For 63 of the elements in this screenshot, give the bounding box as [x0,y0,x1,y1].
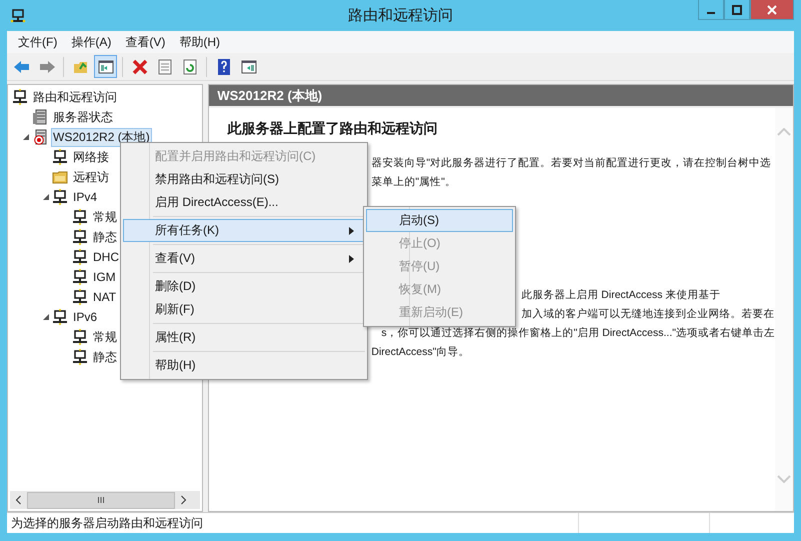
server-error-icon [32,129,48,145]
paragraph-line: 此服务器上启用 DirectAccess 来使用基于 [521,288,720,303]
folder-icon [52,169,68,185]
paragraph-line: 器安装向导"对此服务器进行了配置。若要对当前配置进行更改，请在控制台树中选 [371,156,772,171]
maximize-icon [732,4,742,14]
tree-item[interactable]: NAT [91,289,118,305]
network-icon [72,229,88,245]
context-menu-item[interactable]: 帮助(H) [123,354,365,377]
horizontal-scrollbar[interactable] [10,491,200,509]
expand-arrow-icon[interactable] [42,193,50,201]
context-menu-item[interactable]: 属性(R) [123,326,365,349]
content-heading: 此服务器上配置了路由和远程访问 [227,120,438,138]
paragraph-line: 菜单上的"属性"。 [371,175,456,190]
network-icon [72,289,88,305]
submenu-item[interactable]: 启动(S) [366,209,513,232]
tree-item[interactable]: 路由和远程访问 [31,88,119,106]
context-menu-item[interactable]: 禁用路由和远程访问(S) [123,168,365,191]
menu-item[interactable]: 文件(F) [11,34,64,50]
scrollbar-thumb[interactable] [27,492,175,508]
network-icon [52,149,68,165]
network-icon [52,189,68,205]
menu-item[interactable]: 操作(A) [64,34,118,50]
context-menu-item[interactable]: 刷新(F) [123,298,365,321]
tree-item[interactable]: IPv4 [71,189,100,205]
maximize-button[interactable] [724,0,750,20]
paragraph-line: 加入域的客户端可以无缝地连接到企业网络。若要在 [521,307,774,322]
minimize-button[interactable] [698,0,724,20]
context-menu-item[interactable]: 所有任务(K) [123,219,365,242]
minimize-icon [707,12,715,14]
status-text: 为选择的服务器启动路由和远程访问 [10,514,204,532]
window-title: 路由和远程访问 [348,6,453,25]
close-button[interactable] [750,0,794,20]
tree-item[interactable]: 远程访 [71,168,111,186]
tree-item[interactable]: 静态 [91,228,119,246]
network-icon [52,309,68,325]
tree-item[interactable]: IGM [91,269,118,285]
context-menu-item[interactable]: 查看(V) [123,247,365,270]
paragraph-line: DirectAccess"向导。 [371,345,470,360]
network-icon [72,349,88,365]
network-icon [12,89,28,105]
menu-item[interactable]: 帮助(H) [172,34,227,50]
paragraph-line: s，你可以通过选择右侧的操作窗格上的"启用 DirectAccess..."选项或者右键单击左 [381,326,775,341]
context-menu-item[interactable]: 删除(D) [123,275,365,298]
pane-icon[interactable] [94,55,117,78]
tree-item[interactable]: DHC [91,249,121,265]
expand-arrow-icon[interactable] [22,133,30,141]
network-icon [72,249,88,265]
close-icon [767,4,777,14]
tree-item[interactable]: 服务器状态 [51,108,115,126]
tree-item[interactable]: 常规 [91,328,119,346]
tree-item[interactable]: 网络接 [71,148,111,166]
tree-item[interactable]: 常规 [91,208,119,226]
tree-item[interactable]: IPv6 [71,309,100,325]
network-icon [72,329,88,345]
expand-arrow-icon[interactable] [42,313,50,321]
network-icon [72,209,88,225]
pane-header: WS2012R2 (本地) [209,85,793,108]
context-menu-item[interactable]: 启用 DirectAccess(E)... [123,191,365,214]
network-icon [72,269,88,285]
server-icon [32,109,48,125]
menu-item[interactable]: 查看(V) [118,34,172,50]
tree-item[interactable]: 静态 [91,348,119,366]
network-icon [10,8,26,24]
